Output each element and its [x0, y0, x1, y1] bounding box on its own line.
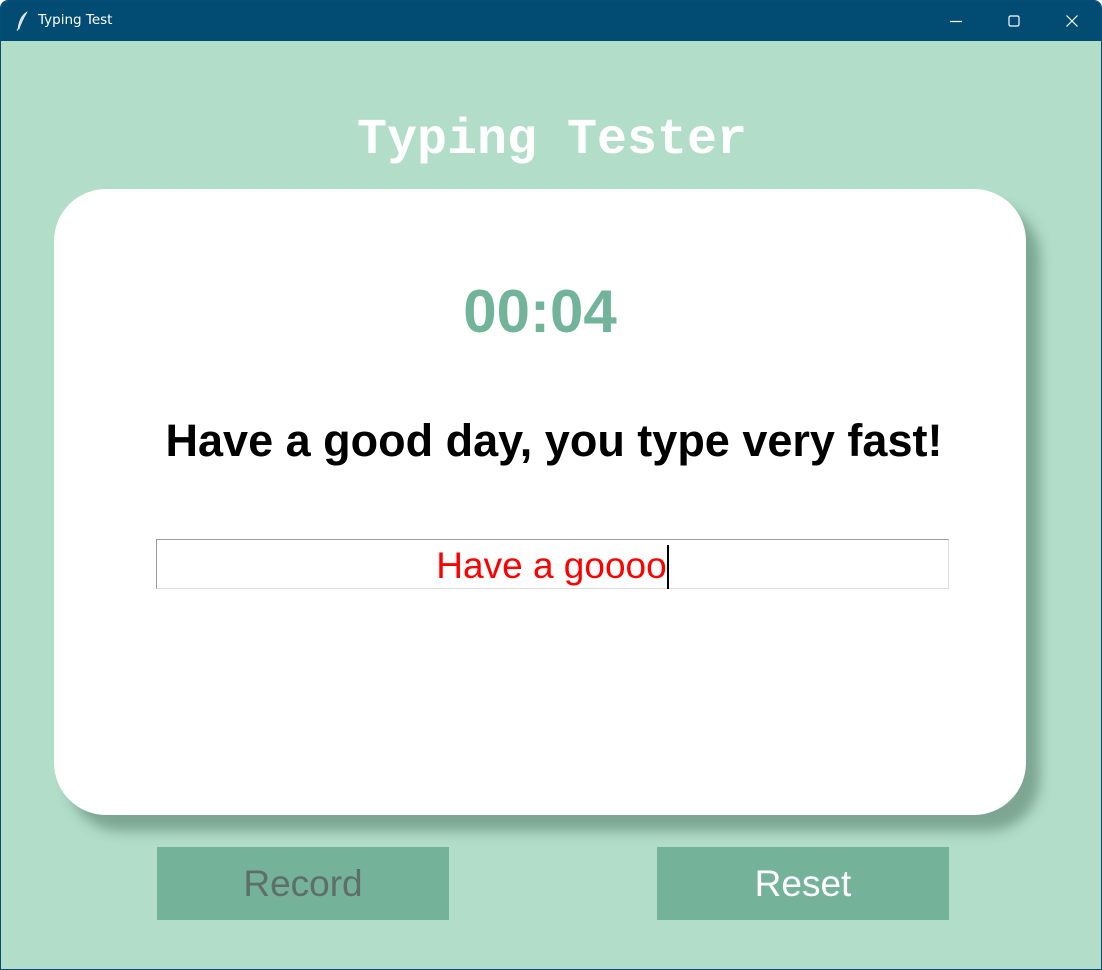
text-caret [666, 545, 669, 589]
target-sentence: Have a good day, you type very fast! [165, 415, 943, 466]
app-title: Typing Tester [356, 112, 748, 169]
reset-button[interactable]: Reset [657, 847, 949, 920]
titlebar[interactable]: Typing Test [1, 1, 1101, 41]
maximize-button[interactable] [985, 1, 1043, 41]
close-button[interactable] [1043, 1, 1101, 41]
app-window: Typing Test Typing Tester 00:04 Have a g… [0, 0, 1102, 970]
typed-text: Have a goooo [436, 545, 667, 586]
feather-icon [15, 11, 31, 31]
window-title: Typing Test [38, 12, 113, 28]
close-icon [1066, 15, 1078, 27]
timer: 00:04 [463, 278, 617, 345]
minimize-button[interactable] [927, 1, 985, 41]
typed-text-container: Have a goooo [436, 545, 669, 589]
test-card: 00:04 Have a good day, you type very fas… [54, 189, 1026, 815]
maximize-icon [1008, 15, 1020, 27]
typing-input[interactable]: Have a goooo [156, 539, 949, 589]
minimize-icon [950, 20, 962, 23]
record-button[interactable]: Record [157, 847, 449, 920]
